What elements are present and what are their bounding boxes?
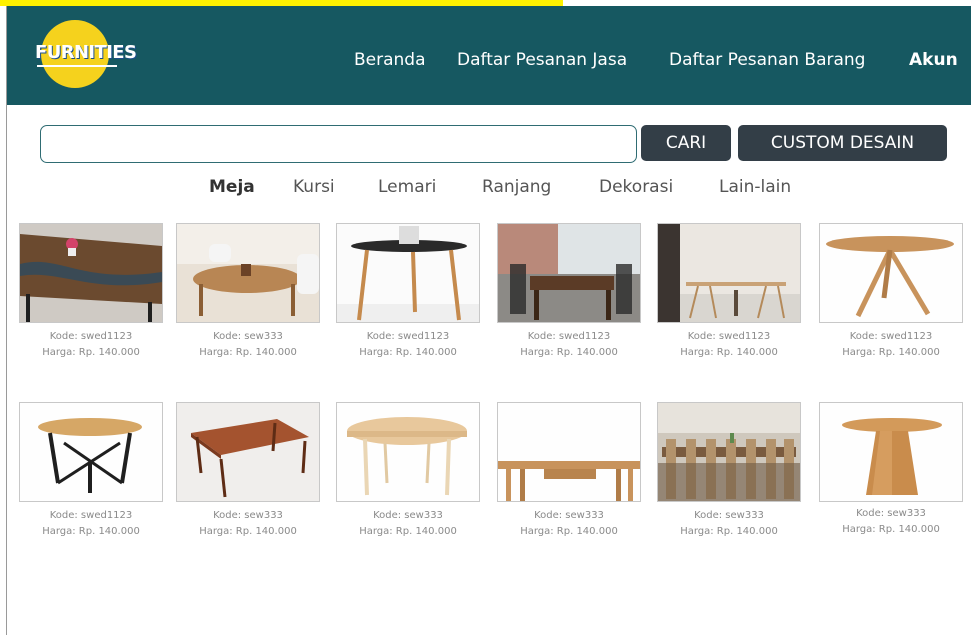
product-price: Harga: Rp. 140.000 — [42, 526, 140, 537]
product-image[interactable] — [657, 402, 801, 502]
product-image[interactable] — [819, 402, 963, 502]
category-tab-lain-lain[interactable]: Lain-lain — [719, 177, 791, 197]
product-card[interactable]: Kode: sew333 Harga: Rp. 140.000 — [819, 402, 963, 538]
custom-design-button[interactable]: CUSTOM DESAIN — [738, 125, 947, 161]
category-tab-ranjang[interactable]: Ranjang — [482, 177, 551, 197]
product-card[interactable]: Kode: sew333 Harga: Rp. 140.000 — [176, 402, 320, 540]
product-card[interactable]: Kode: swed1123 Harga: Rp. 140.000 — [19, 223, 163, 361]
header: FURNITIES Beranda Daftar Pesanan Jasa Da… — [7, 6, 971, 105]
product-card[interactable]: Kode: swed1123 Harga: Rp. 140.000 — [819, 223, 963, 361]
product-code: Kode: sew333 — [213, 510, 283, 521]
logo-underline — [37, 65, 117, 67]
product-price: Harga: Rp. 140.000 — [42, 347, 140, 358]
product-code: Kode: sew333 — [534, 510, 604, 521]
product-card[interactable]: Kode: sew333 Harga: Rp. 140.000 — [497, 402, 641, 540]
product-card[interactable]: Kode: sew333 Harga: Rp. 140.000 — [657, 402, 801, 540]
product-card[interactable]: Kode: sew333 Harga: Rp. 140.000 — [336, 402, 480, 540]
product-price: Harga: Rp. 140.000 — [680, 526, 778, 537]
product-image[interactable] — [497, 402, 641, 502]
nav-item-daftar-pesanan-barang[interactable]: Daftar Pesanan Barang — [669, 50, 865, 70]
product-code: Kode: swed1123 — [49, 331, 133, 342]
product-price: Harga: Rp. 140.000 — [842, 524, 940, 535]
product-code: Kode: sew333 — [373, 510, 443, 521]
category-tab-lemari[interactable]: Lemari — [378, 177, 436, 197]
nav-item-daftar-pesanan-jasa[interactable]: Daftar Pesanan Jasa — [457, 50, 627, 70]
product-price: Harga: Rp. 140.000 — [199, 347, 297, 358]
product-card[interactable]: Kode: sew333 Harga: Rp. 140.000 — [176, 223, 320, 361]
product-image[interactable] — [819, 223, 963, 323]
search-input[interactable] — [40, 125, 637, 163]
category-tab-meja[interactable]: Meja — [209, 177, 255, 197]
product-image[interactable] — [19, 402, 163, 502]
product-image[interactable] — [19, 223, 163, 323]
product-price: Harga: Rp. 140.000 — [199, 526, 297, 537]
search-button[interactable]: CARI — [641, 125, 731, 161]
product-code: Kode: swed1123 — [849, 331, 933, 342]
nav-item-beranda[interactable]: Beranda — [354, 50, 426, 70]
product-code: Kode: swed1123 — [49, 510, 133, 521]
category-tab-kursi[interactable]: Kursi — [293, 177, 335, 197]
product-price: Harga: Rp. 140.000 — [520, 347, 618, 358]
product-price: Harga: Rp. 140.000 — [680, 347, 778, 358]
product-code: Kode: swed1123 — [687, 331, 771, 342]
product-price: Harga: Rp. 140.000 — [842, 347, 940, 358]
product-code: Kode: sew333 — [213, 331, 283, 342]
brand-name: FURNITIES — [35, 42, 137, 63]
brand-logo[interactable]: FURNITIES — [31, 20, 137, 88]
product-card[interactable]: Kode: swed1123 Harga: Rp. 140.000 — [19, 402, 163, 540]
product-price: Harga: Rp. 140.000 — [359, 526, 457, 537]
product-card[interactable]: Kode: swed1123 Harga: Rp. 140.000 — [336, 223, 480, 361]
product-code: Kode: swed1123 — [527, 331, 611, 342]
product-price: Harga: Rp. 140.000 — [359, 347, 457, 358]
product-image[interactable] — [176, 402, 320, 502]
product-code: Kode: swed1123 — [366, 331, 450, 342]
product-image[interactable] — [336, 402, 480, 502]
product-code: Kode: sew333 — [856, 508, 926, 519]
product-card[interactable]: Kode: swed1123 Harga: Rp. 140.000 — [657, 223, 801, 361]
product-image[interactable] — [657, 223, 801, 323]
product-image[interactable] — [176, 223, 320, 323]
product-image[interactable] — [497, 223, 641, 323]
product-image[interactable] — [336, 223, 480, 323]
category-tab-dekorasi[interactable]: Dekorasi — [599, 177, 673, 197]
product-price: Harga: Rp. 140.000 — [520, 526, 618, 537]
app-window: FURNITIES Beranda Daftar Pesanan Jasa Da… — [6, 6, 971, 635]
product-card[interactable]: Kode: swed1123 Harga: Rp. 140.000 — [497, 223, 641, 361]
product-code: Kode: sew333 — [694, 510, 764, 521]
nav-item-akun[interactable]: Akun — [909, 50, 958, 70]
